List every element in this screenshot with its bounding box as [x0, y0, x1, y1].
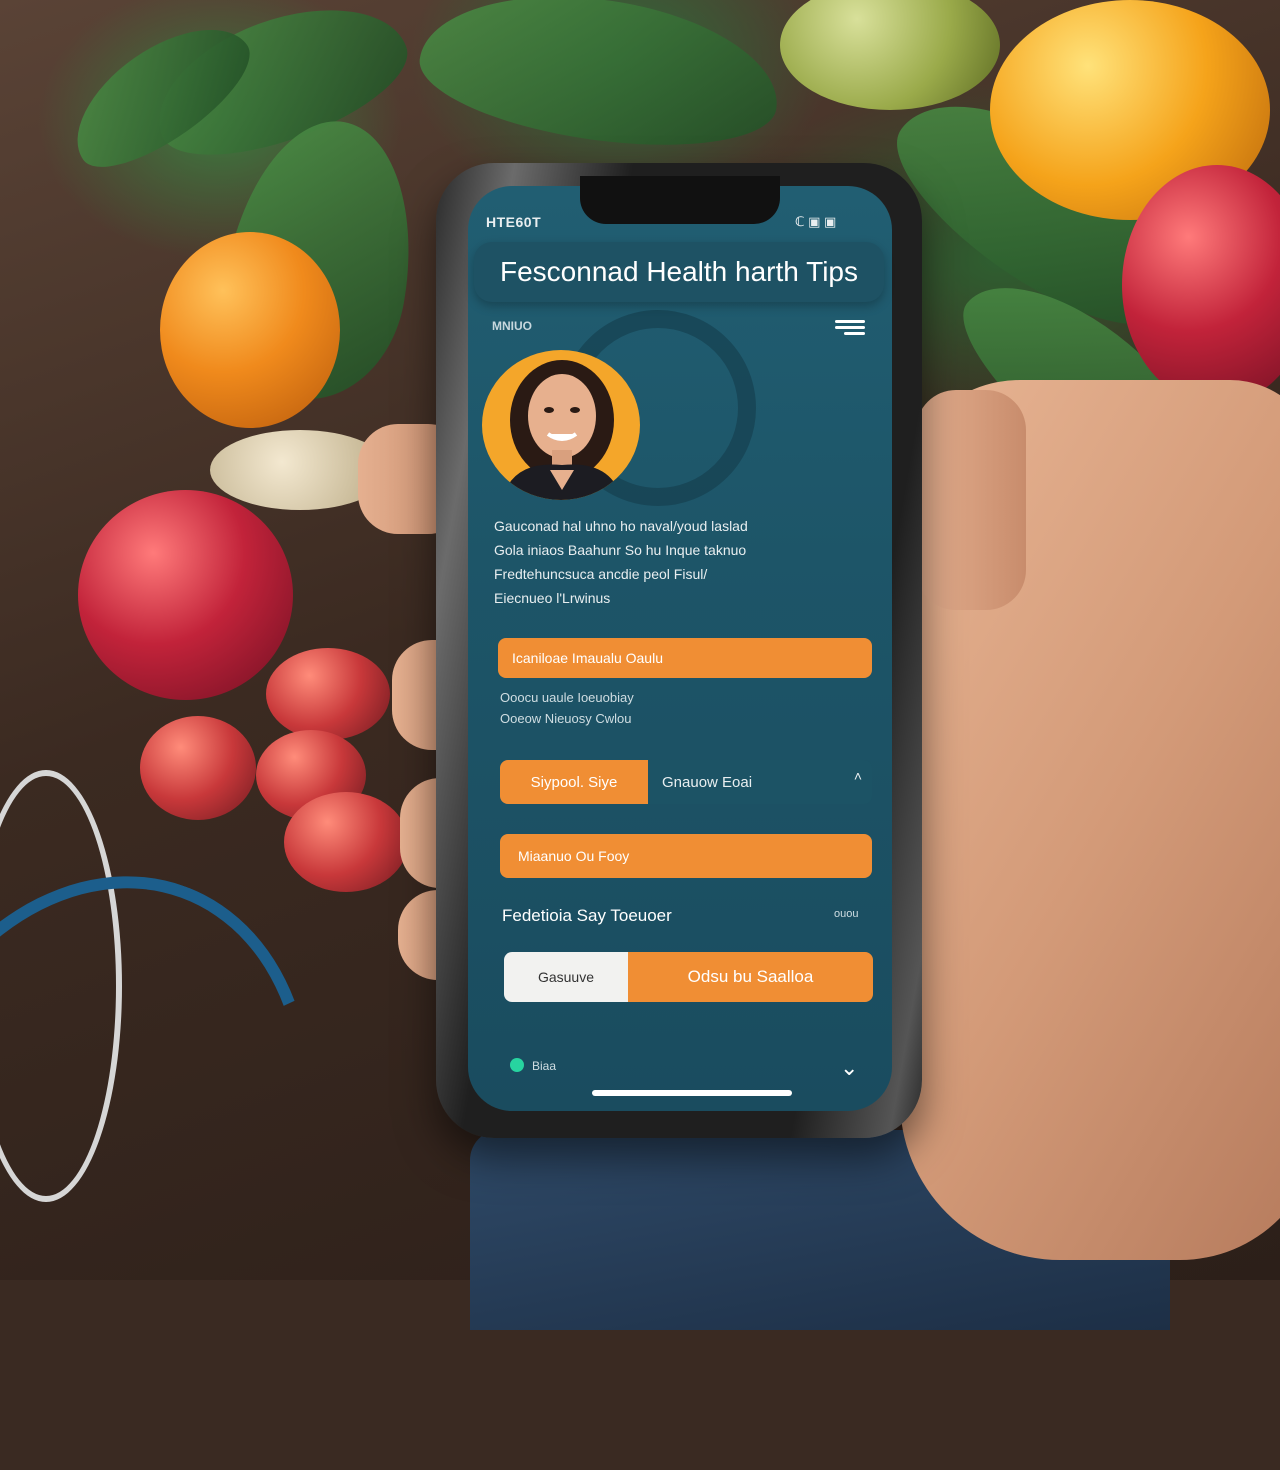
split-button-right[interactable]: Odsu bu Saalloa — [628, 952, 873, 1002]
section-title: Fedetioia Say Toeuoer — [502, 906, 672, 925]
sub-line: Ooocu uaule Ioeuobiay — [500, 690, 634, 705]
secondary-button[interactable]: Miaanuo Ou Fooy — [500, 834, 872, 878]
home-indicator[interactable] — [592, 1090, 792, 1096]
description-line: Fredtehuncsuca ancdie peol Fisul/ — [494, 566, 708, 582]
orange-fruit — [160, 232, 340, 428]
status-icons: ℂ ▣ ▣ — [795, 214, 837, 229]
top-label: MNIUO — [492, 319, 532, 333]
phone-notch — [580, 176, 780, 224]
status-time: HTE60T — [486, 214, 542, 230]
status-dot-icon — [510, 1058, 524, 1072]
plum — [140, 716, 256, 820]
chevron-up-icon: ˄ — [853, 768, 862, 784]
description-line: Gola iniaos Baahunr So hu Inque taknuo — [494, 542, 747, 558]
person-photo — [502, 360, 622, 500]
menu-icon[interactable] — [835, 317, 865, 339]
primary-button[interactable]: Icaniloae Imaualu Oaulu — [498, 638, 872, 678]
footer-label: Biaa — [532, 1059, 557, 1073]
plum — [284, 792, 408, 892]
segment-right-label: Gnauow Eoai — [662, 773, 753, 791]
apple — [78, 490, 293, 700]
plum — [266, 648, 390, 740]
segmented-control: Siypool. Siye Gnauow Eoai ˄ — [500, 760, 872, 804]
avatar — [482, 350, 640, 500]
finger — [916, 390, 1026, 610]
split-button: Gasuuve Odsu bu Saalloa — [504, 952, 873, 1002]
sub-line: Ooeow Nieuosy Cwlou — [500, 711, 632, 726]
description-line: Eiecnueo l'Lrwinus — [494, 590, 611, 606]
segment-right[interactable]: Gnauow Eoai ˄ — [648, 760, 872, 804]
split-button-left[interactable]: Gasuuve — [504, 952, 628, 1002]
description-line: Gauconad hal uhno ho naval/youd laslad — [494, 518, 748, 534]
chevron-down-icon[interactable]: ⌄ — [840, 1055, 858, 1081]
page-title: Fesconnad Health harth Tips — [500, 256, 858, 287]
segment-left[interactable]: Siypool. Siye — [500, 760, 648, 804]
section-aside[interactable]: ouou — [834, 908, 858, 920]
